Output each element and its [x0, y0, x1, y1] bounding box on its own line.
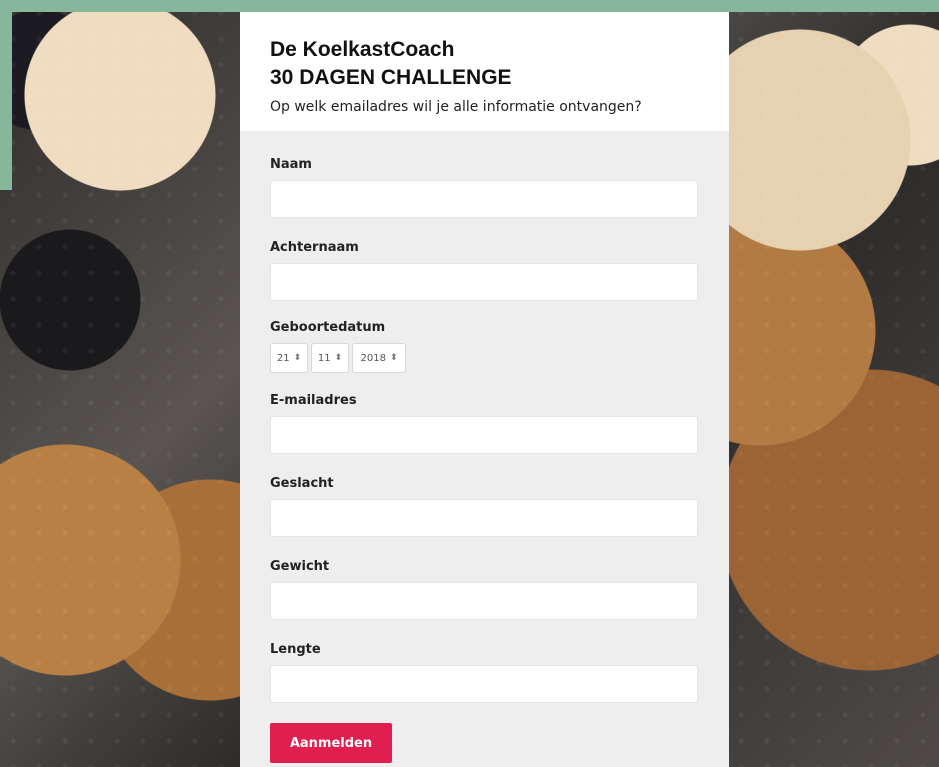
achternaam-input[interactable] — [270, 263, 698, 301]
label-lengte: Lengte — [270, 642, 321, 657]
top-accent-band — [0, 0, 939, 12]
title-challenge: 30 DAGEN CHALLENGE — [270, 66, 512, 89]
updown-arrows-icon: ⬍ — [389, 352, 398, 363]
label-naam: Naam — [270, 157, 312, 172]
geslacht-input[interactable] — [270, 499, 698, 537]
email-input[interactable] — [270, 416, 698, 454]
updown-arrows-icon: ⬍ — [334, 352, 343, 363]
birthdate-selects: 21 ⬍ 11 ⬍ 2018 ⬍ — [270, 343, 699, 373]
label-geboortedatum: Geboortedatum — [270, 320, 386, 335]
label-email: E-mailadres — [270, 393, 357, 408]
label-geslacht: Geslacht — [270, 476, 334, 491]
label-gewicht: Gewicht — [270, 559, 330, 574]
signup-form: Naam Achternaam Geboortedatum 21 ⬍ 11 ⬍ … — [240, 157, 729, 763]
birthdate-month-value: 11 — [317, 352, 331, 364]
subtitle: Op welk emailadres wil je alle informati… — [270, 99, 642, 115]
left-accent-band — [0, 0, 12, 190]
gewicht-input[interactable] — [270, 582, 698, 620]
naam-input[interactable] — [270, 180, 698, 218]
title-brand: De KoelkastCoach — [270, 38, 455, 61]
aanmelden-button[interactable]: Aanmelden — [270, 723, 392, 763]
birthdate-year-value: 2018 — [360, 352, 386, 364]
birthdate-month-select[interactable]: 11 ⬍ — [311, 343, 349, 373]
birthdate-day-select[interactable]: 21 ⬍ — [270, 343, 308, 373]
lengte-input[interactable] — [270, 665, 698, 703]
signup-header: De KoelkastCoach 30 DAGEN CHALLENGE Op w… — [240, 12, 729, 131]
signup-card: De KoelkastCoach 30 DAGEN CHALLENGE Op w… — [240, 12, 729, 767]
birthdate-year-select[interactable]: 2018 ⬍ — [352, 343, 406, 373]
birthdate-day-value: 21 — [276, 352, 290, 364]
label-achternaam: Achternaam — [270, 240, 359, 255]
updown-arrows-icon: ⬍ — [293, 352, 302, 363]
